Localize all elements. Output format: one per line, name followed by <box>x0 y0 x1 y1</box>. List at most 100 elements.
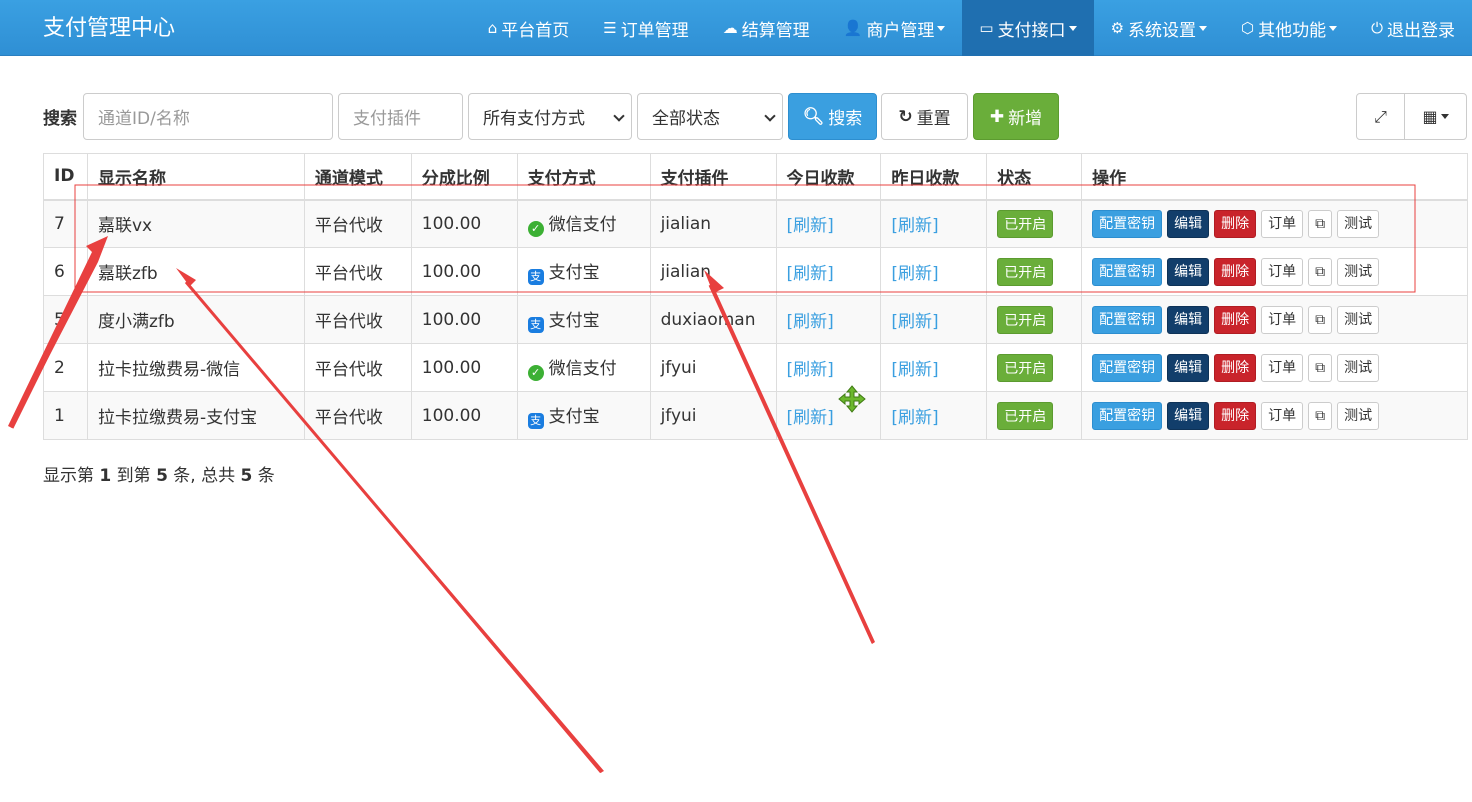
config-key-button[interactable]: 配置密钥 <box>1092 257 1163 286</box>
refresh-today-link[interactable]: [刷新] <box>787 360 834 380</box>
reset-button[interactable]: ↻ 重置 <box>881 93 968 140</box>
status-badge[interactable]: 已开启 <box>997 305 1054 334</box>
refresh-today-link[interactable]: [刷新] <box>787 264 834 284</box>
cell-yesterday-income: [刷新] <box>880 391 988 440</box>
delete-button[interactable]: 删除 <box>1214 401 1257 430</box>
test-button[interactable]: 测试 <box>1337 257 1380 286</box>
copy-icon[interactable]: ⧉ <box>1308 257 1333 286</box>
cell-name: 拉卡拉缴费易-微信 <box>86 343 305 392</box>
copy-icon[interactable]: ⧉ <box>1308 305 1333 334</box>
config-key-button[interactable]: 配置密钥 <box>1092 305 1163 334</box>
caret-down-icon <box>937 25 946 31</box>
column-header[interactable]: 支付插件 <box>649 153 777 201</box>
nav-item-label: 平台首页 <box>501 20 570 41</box>
column-header[interactable]: 操作 <box>1081 153 1468 201</box>
status-badge[interactable]: 已开启 <box>997 353 1054 382</box>
column-header[interactable]: 昨日收款 <box>880 153 988 201</box>
orders-button[interactable]: 订单 <box>1261 401 1304 430</box>
test-button[interactable]: 测试 <box>1337 305 1380 334</box>
orders-button[interactable]: 订单 <box>1261 353 1304 382</box>
orders-button[interactable]: 订单 <box>1261 209 1304 238</box>
column-header[interactable]: 分成比例 <box>410 153 518 201</box>
pagination-suffix: 条 <box>252 466 275 486</box>
status-badge[interactable]: 已开启 <box>997 401 1054 430</box>
columns-toggle-button[interactable]: ▦ <box>1405 94 1466 139</box>
cell-name: 嘉联vx <box>86 199 305 248</box>
test-button[interactable]: 测试 <box>1337 353 1380 382</box>
copy-icon[interactable]: ⧉ <box>1308 353 1333 382</box>
cell-plugin: jfyui <box>649 391 777 440</box>
config-key-button[interactable]: 配置密钥 <box>1092 401 1163 430</box>
column-header[interactable]: 显示名称 <box>86 153 305 201</box>
table-row[interactable]: 2 拉卡拉缴费易-微信 平台代收 100.00 ✓ 微信支付 jfyui [刷新] [刷新] 已开… <box>43 343 1468 392</box>
pay-method-select[interactable]: 所有支付方式 <box>468 93 632 140</box>
nav-item-gear[interactable]: ⚙ 系统设置 <box>1094 0 1224 56</box>
refresh-today-link[interactable]: [刷新] <box>787 216 834 236</box>
caret-down-icon <box>1329 25 1338 31</box>
refresh-today-link[interactable]: [刷新] <box>787 408 834 428</box>
cell-status: 已开启 <box>986 343 1083 392</box>
table-row[interactable]: 1 拉卡拉缴费易-支付宝 平台代收 100.00 支支付宝 jfyui [刷新] [刷新] 已开… <box>43 391 1468 440</box>
cell-ratio: 100.00 <box>410 199 518 248</box>
search-button[interactable]: 🔍︎ 搜索 <box>788 93 877 140</box>
table-row[interactable]: 7 嘉联vx 平台代收 100.00 ✓ 微信支付 jialian [刷新] [刷新] 已开启 配置… <box>43 199 1468 248</box>
cell-mode: 平台代收 <box>303 199 412 248</box>
delete-button[interactable]: 删除 <box>1214 305 1257 334</box>
edit-button[interactable]: 编辑 <box>1167 305 1210 334</box>
cell-today-income: [刷新] <box>775 199 882 248</box>
status-badge[interactable]: 已开启 <box>997 209 1054 238</box>
edit-button[interactable]: 编辑 <box>1167 353 1210 382</box>
column-header[interactable]: ID <box>43 153 88 201</box>
edit-button[interactable]: 编辑 <box>1167 209 1210 238</box>
copy-icon[interactable]: ⧉ <box>1308 401 1333 430</box>
brand-title[interactable]: 支付管理中心 <box>43 10 175 42</box>
copy-icon[interactable]: ⧉ <box>1308 209 1333 238</box>
config-key-button[interactable]: 配置密钥 <box>1092 209 1163 238</box>
cell-status: 已开启 <box>986 295 1083 344</box>
nav-item-credit-card[interactable]: ▭ 支付接口 <box>962 0 1094 56</box>
delete-button[interactable]: 删除 <box>1214 209 1257 238</box>
refresh-yesterday-link[interactable]: [刷新] <box>891 312 938 332</box>
column-header[interactable]: 今日收款 <box>775 153 882 201</box>
fullscreen-icon[interactable]: ⤢ <box>1357 94 1406 139</box>
column-header[interactable]: 状态 <box>986 153 1083 201</box>
delete-button[interactable]: 删除 <box>1214 353 1257 382</box>
refresh-today-link[interactable]: [刷新] <box>787 312 834 332</box>
refresh-yesterday-link[interactable]: [刷新] <box>891 360 938 380</box>
add-button[interactable]: ✚ 新增 <box>973 93 1059 140</box>
action-buttons: 配置密钥 编辑 删除 订单 ⧉ 测试 <box>1092 305 1467 334</box>
delete-button[interactable]: 删除 <box>1214 257 1257 286</box>
orders-button[interactable]: 订单 <box>1261 257 1304 286</box>
table-header-row: ID 显示名称 通道模式 分成比例 支付方式 支付插件 今日收款 昨日收款 状态 操作 <box>43 153 1468 201</box>
column-header[interactable]: 通道模式 <box>303 153 412 201</box>
nav-item-user[interactable]: 👤 商户管理 <box>827 0 963 56</box>
nav-item-list[interactable]: ☰ 订单管理 <box>586 0 705 56</box>
status-select[interactable]: 全部状态 <box>637 93 783 140</box>
edit-button[interactable]: 编辑 <box>1167 257 1210 286</box>
refresh-yesterday-link[interactable]: [刷新] <box>891 264 938 284</box>
test-button[interactable]: 测试 <box>1337 209 1380 238</box>
nav-item-power[interactable]: ⏻ 退出登录 <box>1354 0 1472 56</box>
test-button[interactable]: 测试 <box>1337 401 1380 430</box>
refresh-yesterday-link[interactable]: [刷新] <box>891 408 938 428</box>
refresh-yesterday-link[interactable]: [刷新] <box>891 216 938 236</box>
cell-status: 已开启 <box>986 199 1083 248</box>
config-key-button[interactable]: 配置密钥 <box>1092 353 1163 382</box>
cloud-icon: ☁ <box>722 19 738 37</box>
cell-status: 已开启 <box>986 391 1083 440</box>
nav-item-home[interactable]: ⌂ 平台首页 <box>471 0 587 56</box>
channel-id-name-input[interactable]: 通道ID/名称 <box>83 93 333 140</box>
table-row[interactable]: 5 度小满zfb 平台代收 100.00 支支付宝 duxiaoman [刷新] [刷新] 已开… <box>43 295 1468 344</box>
chevron-down-icon <box>1440 114 1449 119</box>
nav-item-cloud[interactable]: ☁ 结算管理 <box>706 0 827 56</box>
cell-mode: 平台代收 <box>303 343 412 392</box>
edit-button[interactable]: 编辑 <box>1167 401 1210 430</box>
nav-item-cube[interactable]: ⬡ 其他功能 <box>1224 0 1354 56</box>
column-header[interactable]: 支付方式 <box>516 153 651 201</box>
nav-menu: ⌂ 平台首页 ☰ 订单管理 ☁ 结算管理 👤 商户管理 ▭ 支付接口 ⚙ 系统设置 ⬡ 其他功能 ⏻ 退出登录 <box>471 0 1472 56</box>
status-badge[interactable]: 已开启 <box>997 257 1054 286</box>
plugin-input[interactable]: 支付插件 <box>338 93 463 140</box>
orders-button[interactable]: 订单 <box>1261 305 1304 334</box>
cell-id: 5 <box>43 295 88 344</box>
table-row[interactable]: 6 嘉联zfb 平台代收 100.00 支支付宝 jialian [刷新] [刷新] 已开启 配置… <box>43 247 1468 296</box>
